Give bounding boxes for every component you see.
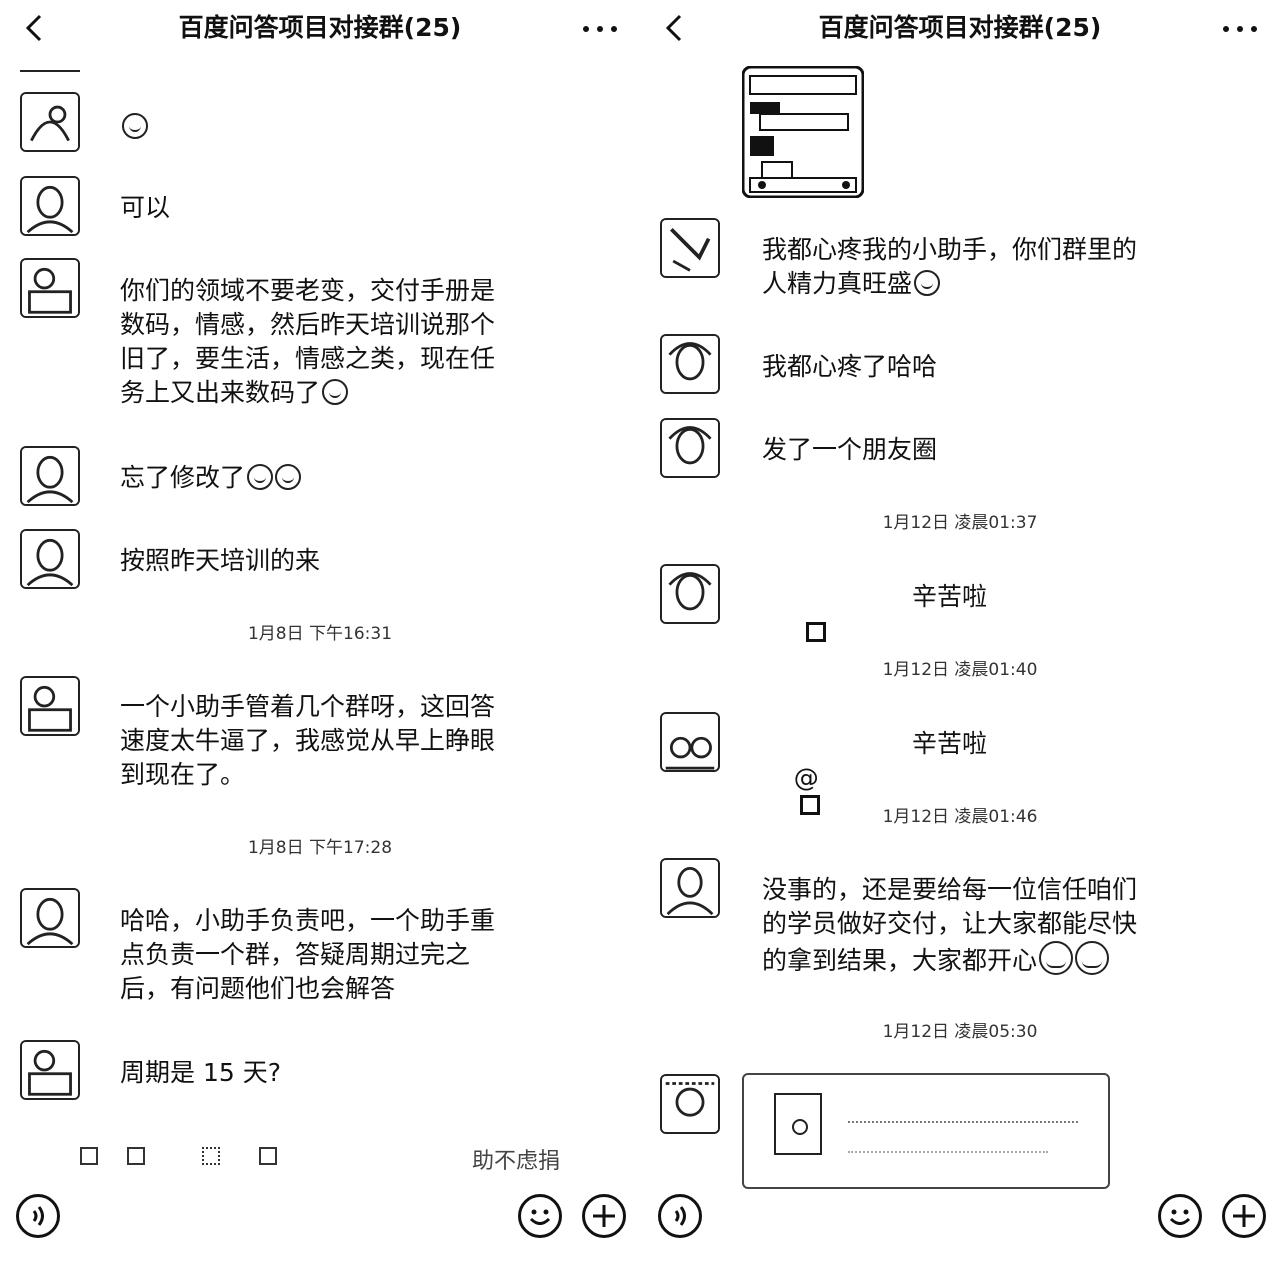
avatar-image (22, 260, 78, 316)
timestamp: 1月12日 凌晨01:37 (882, 513, 1038, 533)
avatar[interactable] (660, 858, 720, 918)
avatar-image (22, 531, 78, 587)
avatar[interactable] (20, 1040, 80, 1100)
emoji-icon (529, 1209, 551, 1225)
message-body: 我都心疼我的小助手，你们群里的 人精力真旺盛 (762, 235, 1138, 298)
timestamp: 1月12日 凌晨01:46 (882, 807, 1038, 827)
message-text: 哈哈，小助手负责吧，一个助手重 点负责一个群，答疑周期过完之 后，有问题他们也会… (120, 906, 496, 1003)
placeholder-glyph (202, 1147, 220, 1165)
message-text: 没事的，还是要给每一位信任咱们 的学员做好交付，让大家都能尽快 的拿到结果，大家… (762, 873, 1137, 978)
avatar-image (662, 566, 718, 622)
avatar[interactable] (20, 676, 80, 736)
message-text: 忘了修改了 (120, 461, 302, 495)
message-text: 我都心疼我的小助手，你们群里的 人精力真旺盛 (762, 233, 1137, 301)
placeholder-glyph (127, 1147, 145, 1165)
avatar-image (22, 678, 78, 734)
grin-emoji-icon (914, 270, 941, 296)
plus-button[interactable] (582, 1194, 626, 1238)
message-body: 辛苦啦 (912, 729, 988, 758)
smile-emoji-icon (1075, 941, 1110, 975)
avatar-image (22, 1042, 78, 1098)
placeholder-glyph (805, 622, 826, 642)
plus-icon (1233, 1205, 1255, 1227)
avatar-image (22, 94, 78, 150)
more-dots-icon (583, 26, 617, 32)
mention-symbol: @ (793, 763, 819, 792)
sad-emoji-icon (247, 464, 274, 490)
avatar-image (22, 178, 78, 234)
message-text: 你们的领域不要老变，交付手册是 数码，情感，然后昨天培训说那个 旧了，要生活，情… (120, 274, 495, 410)
avatar[interactable] (660, 218, 720, 278)
placeholder-glyph (259, 1147, 277, 1165)
avatar[interactable] (20, 529, 80, 589)
timestamp: 1月12日 凌晨01:40 (882, 660, 1038, 680)
more-dots-icon (1223, 26, 1257, 32)
avatar[interactable] (660, 564, 720, 624)
message-text: 可以 (120, 193, 171, 222)
avatar-image (22, 890, 78, 946)
emoji-button[interactable] (518, 1194, 562, 1238)
voice-button[interactable] (16, 1194, 60, 1238)
chat-title: 百度问答项目对接群(25) (818, 13, 1102, 42)
voice-icon (674, 1206, 686, 1226)
smile-emoji-icon (1039, 941, 1074, 975)
chat-header: 百度问答项目对接群(25) (640, 0, 1280, 56)
avatar[interactable] (20, 92, 80, 152)
emoji-button[interactable] (1158, 1194, 1202, 1238)
plus-icon (593, 1205, 615, 1227)
avatar[interactable] (660, 418, 720, 478)
faded-message: 助不虑捐 (80, 1143, 560, 1177)
avatar[interactable] (20, 258, 80, 318)
card-title-line (848, 1105, 1078, 1123)
avatar[interactable] (20, 446, 80, 506)
card-subtitle-line (848, 1137, 1048, 1153)
message-text: 我都心疼了哈哈 (762, 352, 938, 381)
message-text: 发了一个朋友圈 (762, 435, 938, 464)
timestamp: 1月8日 下午16:31 (247, 624, 393, 644)
avatar-image (22, 448, 78, 504)
clipped-avatar (20, 62, 80, 72)
grin-emoji-icon (322, 379, 349, 405)
screenshot-image (741, 65, 865, 199)
input-bar (0, 1180, 640, 1280)
message-text: 周期是 15 天? (120, 1058, 281, 1087)
timestamp: 1月12日 凌晨05:30 (882, 1022, 1038, 1042)
chat-header: 百度问答项目对接群(25) (0, 0, 640, 56)
emoji-icon (1169, 1209, 1191, 1225)
avatar[interactable] (660, 1074, 720, 1134)
plus-button[interactable] (1222, 1194, 1266, 1238)
chat-panel-left: 百度问答项目对接群(25) 可以 你们的领域不要老变，交付手册是 数码，情感，然… (0, 0, 640, 1280)
more-button[interactable] (1220, 14, 1260, 44)
message-body: 你们的领域不要老变，交付手册是 数码，情感，然后昨天培训说那个 旧了，要生活，情… (120, 276, 496, 407)
message-body: 忘了修改了 (120, 463, 246, 492)
avatar-image (662, 420, 718, 476)
avatar[interactable] (660, 712, 720, 772)
shared-image-thumbnail[interactable] (741, 65, 865, 199)
faded-text: 助不虑捐 (472, 1149, 561, 1174)
link-card[interactable] (742, 1073, 1110, 1189)
chat-title: 百度问答项目对接群(25) (178, 13, 462, 42)
avatar-image (662, 714, 718, 770)
voice-icon (32, 1206, 44, 1226)
message-text: 按照昨天培训的来 (120, 546, 321, 575)
message-emoji (120, 110, 148, 144)
message-text: 一个小助手管着几个群呀，这回答 速度太牛逼了，我感觉从早上睁眼 到现在了。 (120, 692, 496, 789)
mini-program-icon (774, 1093, 822, 1155)
voice-button[interactable] (658, 1194, 702, 1238)
timestamp: 1月8日 下午17:28 (247, 838, 393, 858)
avatar[interactable] (660, 334, 720, 394)
placeholder-glyph (80, 1147, 98, 1165)
laughing-emoji-icon (122, 113, 148, 139)
more-button[interactable] (580, 14, 620, 44)
avatar[interactable] (20, 176, 80, 236)
input-bar (640, 1180, 1280, 1280)
avatar-image (662, 336, 718, 392)
avatar[interactable] (20, 888, 80, 948)
avatar-image (662, 860, 718, 916)
avatar-image (662, 1076, 718, 1132)
sad-emoji-icon (275, 464, 302, 490)
avatar-image (662, 220, 718, 276)
message-text: 辛苦啦 (762, 580, 1142, 716)
message-body: 辛苦啦 (912, 582, 988, 611)
